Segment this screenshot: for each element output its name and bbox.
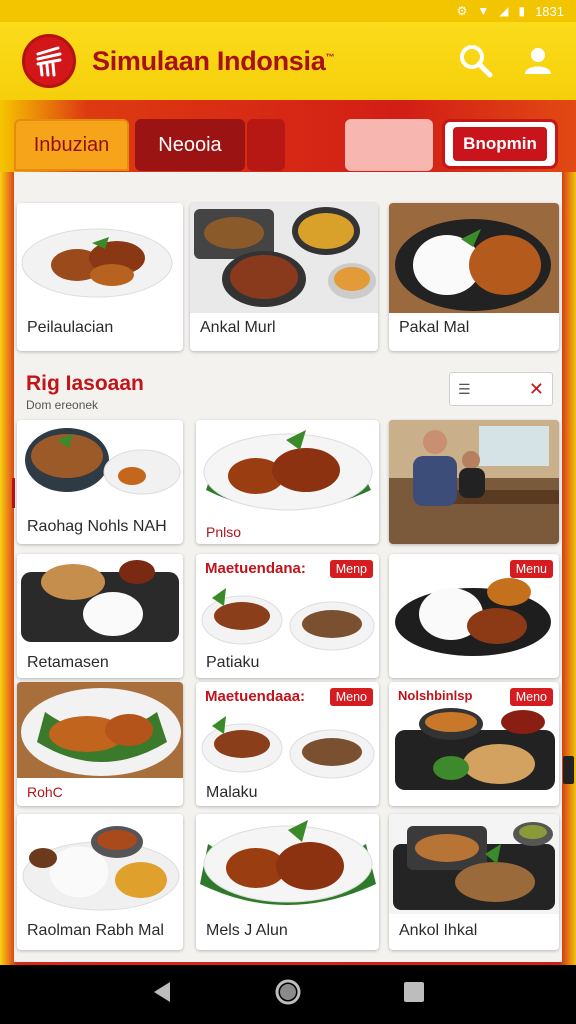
scroll-handle[interactable] xyxy=(563,756,574,784)
grid-card[interactable]: Raohag Nohls NAH xyxy=(17,420,183,544)
grid-heading: Maetuendana: xyxy=(205,560,306,577)
home-icon xyxy=(275,979,301,1005)
grid-card[interactable] xyxy=(389,420,559,544)
grid-card[interactable]: Mels J Alun xyxy=(196,814,379,950)
tab-inbuzian[interactable]: Inbuzian xyxy=(14,119,129,171)
grid-card[interactable]: Menu xyxy=(389,554,559,678)
app-bar: Simulaan Indonsia™ xyxy=(0,22,576,100)
grid-label: Mels J Alun xyxy=(206,922,288,939)
grid-card[interactable]: RohC xyxy=(17,682,183,806)
grid-label: Ankol Ihkal xyxy=(399,922,478,939)
tab-blank-2[interactable] xyxy=(345,119,433,171)
food-photo xyxy=(17,682,183,778)
grid-label: Patiaku xyxy=(206,654,260,671)
search-icon xyxy=(460,45,493,78)
food-photo xyxy=(395,708,555,790)
grid-label: RohC xyxy=(27,784,63,800)
grid-heading: Maetuendaaa: xyxy=(205,688,306,705)
food-photo xyxy=(389,814,559,914)
food-photo xyxy=(17,420,183,510)
close-icon[interactable]: ✕ xyxy=(529,379,544,400)
featured-card[interactable]: Pakal Mal xyxy=(389,203,559,351)
wifi-icon: ▼ xyxy=(477,4,490,18)
grid-label: Raolman Rabh Mal xyxy=(27,922,164,939)
featured-label: Peilaulacian xyxy=(27,319,114,336)
app-logo xyxy=(22,34,76,88)
back-button[interactable] xyxy=(150,980,174,1009)
menu-badge[interactable]: Meno xyxy=(509,688,553,706)
food-photo xyxy=(190,203,378,313)
food-photo xyxy=(201,716,375,779)
recents-button[interactable] xyxy=(402,980,426,1009)
food-photo xyxy=(196,814,379,918)
tab-bnopmin-label: Bnopmin xyxy=(453,127,547,161)
menu-badge[interactable]: Meno xyxy=(329,688,373,706)
tab-bnopmin[interactable]: Bnopmin xyxy=(442,119,558,169)
grid-label: Malaku xyxy=(206,784,258,801)
back-icon xyxy=(154,982,170,1002)
food-photo xyxy=(17,554,183,648)
featured-label: Ankal Murl xyxy=(200,319,276,336)
app-title-text: Simulaan Indonsia xyxy=(92,45,326,76)
tab-blank-1[interactable] xyxy=(247,119,285,171)
user-icon xyxy=(525,48,551,74)
grid-card[interactable]: Raolman Rabh Mal xyxy=(17,814,183,950)
menu-badge[interactable]: Menp xyxy=(329,560,373,578)
section-title: Rig Iasoaan xyxy=(26,372,144,395)
food-photo xyxy=(201,588,375,651)
grid-card[interactable]: Nolshbinlsp Meno xyxy=(389,682,559,806)
status-time: 1831 xyxy=(535,3,564,19)
featured-card[interactable]: Peilaulacian xyxy=(17,203,183,351)
battery-icon: ▮ xyxy=(518,4,526,18)
signal-icon: ◢ xyxy=(499,4,509,18)
food-photo xyxy=(395,578,551,656)
list-icon: ☰ xyxy=(458,380,471,397)
section-accent xyxy=(12,478,15,508)
gear-icon: ⚙ xyxy=(456,4,468,18)
grid-card[interactable]: Pnlso xyxy=(196,420,379,544)
grid-label: Pnlso xyxy=(206,524,242,540)
section-subtitle: Dom ereonek xyxy=(26,398,99,412)
trademark: ™ xyxy=(325,51,335,62)
home-button[interactable] xyxy=(274,978,302,1011)
filter-box[interactable]: ☰ ✕ xyxy=(449,372,553,406)
grid-card[interactable]: Ankol Ihkal xyxy=(389,814,559,950)
profile-button[interactable] xyxy=(518,41,558,81)
featured-label: Pakal Mal xyxy=(399,319,470,336)
main-content: Inbuzian Neooia Bnopmin Peilaulacian Ank… xyxy=(0,100,576,965)
food-photo xyxy=(17,814,183,914)
food-photo xyxy=(389,203,559,313)
recents-icon xyxy=(404,982,424,1002)
tab-bar: Inbuzian Neooia Bnopmin xyxy=(14,119,558,171)
app-title: Simulaan Indonsia™ xyxy=(92,46,334,77)
grid-heading: Nolshbinlsp xyxy=(398,688,473,703)
search-button[interactable] xyxy=(456,41,496,81)
restaurant-photo xyxy=(389,420,559,544)
food-photo xyxy=(196,420,379,520)
grid-label: Retamasen xyxy=(27,654,109,671)
status-bar: ⚙ ▼ ◢ ▮ 1831 xyxy=(0,0,576,22)
grid-card[interactable]: Retamasen xyxy=(17,554,183,678)
food-bowl-icon xyxy=(36,46,62,77)
grid-card[interactable]: Maetuendaaa: Meno Malaku xyxy=(196,682,379,806)
grid-card[interactable]: Maetuendana: Menp Patiaku xyxy=(196,554,379,678)
tab-neooia[interactable]: Neooia xyxy=(135,119,245,171)
featured-card[interactable]: Ankal Murl xyxy=(190,203,378,351)
system-nav-bar xyxy=(0,965,576,1024)
grid-label: Raohag Nohls NAH xyxy=(27,518,167,535)
food-photo xyxy=(17,203,183,313)
